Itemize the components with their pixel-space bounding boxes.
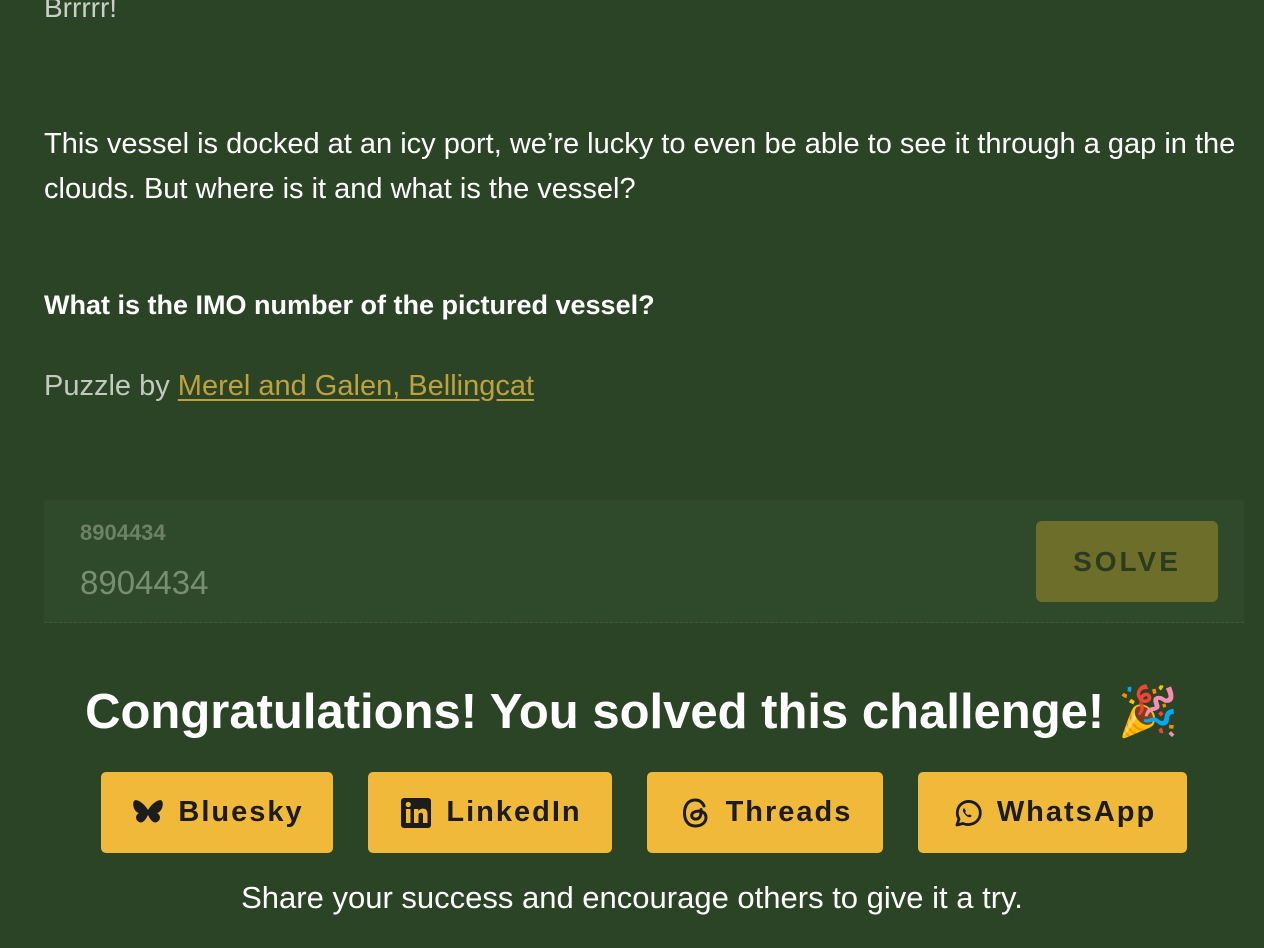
intro-text: Brrrrr! (44, 0, 118, 23)
answer-form: 8904434 SOLVE (44, 500, 1244, 623)
share-linkedin-label: LinkedIn (446, 796, 582, 828)
share-buttons: Bluesky LinkedIn Threads WhatsApp (0, 772, 1264, 853)
answer-field-label: 8904434 (80, 520, 166, 545)
share-bluesky-button[interactable]: Bluesky (101, 772, 333, 853)
share-whatsapp-button[interactable]: WhatsApp (918, 772, 1187, 853)
answer-input[interactable] (80, 564, 580, 602)
solve-button[interactable]: SOLVE (1036, 521, 1218, 602)
butterfly-icon (133, 799, 164, 822)
puzzle-credit: Puzzle by Merel and Galen, Bellingcat (44, 366, 534, 406)
whatsapp-icon (955, 799, 982, 826)
share-whatsapp-label: WhatsApp (996, 796, 1157, 828)
puzzle-description: This vessel is docked at an icy port, we… (44, 128, 1236, 205)
share-threads-button[interactable]: Threads (647, 772, 883, 853)
share-threads-label: Threads (725, 796, 853, 828)
party-popper-icon: 🎉 (1117, 685, 1179, 739)
linkedin-icon (401, 797, 432, 828)
credit-prefix: Puzzle by (44, 370, 178, 402)
share-note: Share your success and encourage others … (241, 880, 1023, 915)
puzzle-question: What is the IMO number of the pictured v… (44, 290, 655, 320)
share-bluesky-label: Bluesky (178, 796, 304, 828)
congrats-heading: Congratulations! You solved this challen… (0, 680, 1264, 744)
share-linkedin-button[interactable]: LinkedIn (368, 772, 612, 853)
author-link[interactable]: Merel and Galen, Bellingcat (178, 370, 534, 402)
threads-icon (682, 797, 708, 828)
congrats-title: Congratulations! You solved this challen… (85, 685, 1105, 739)
